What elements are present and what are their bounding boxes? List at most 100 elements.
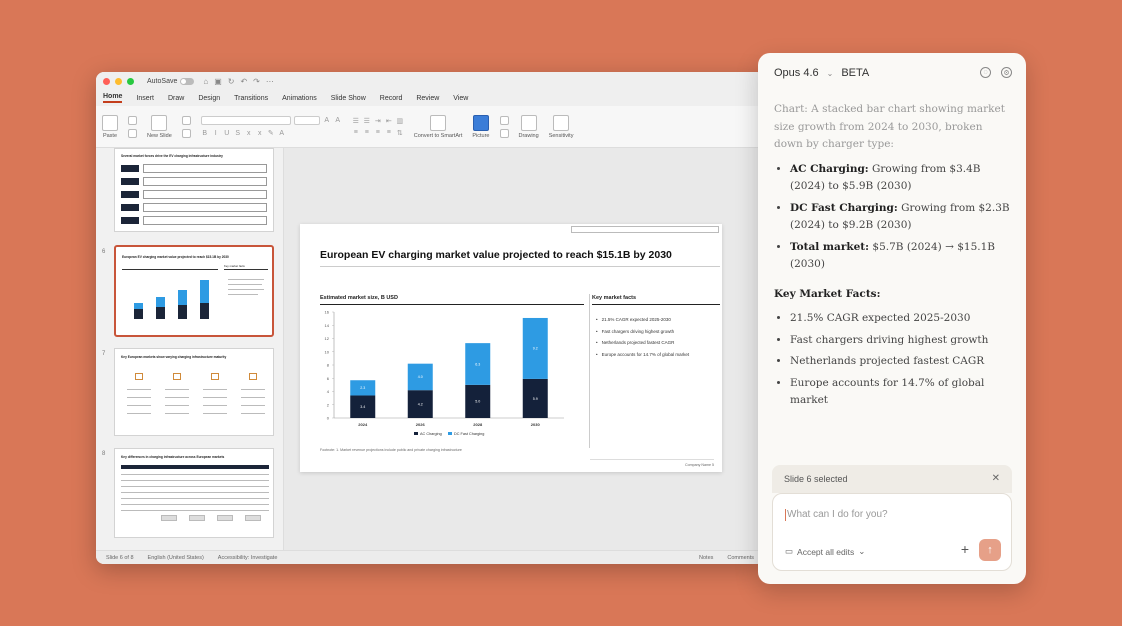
comments-button[interactable]: Comments bbox=[727, 555, 754, 561]
undo-icon[interactable]: ↶ bbox=[240, 77, 247, 86]
tab-draw[interactable]: Draw bbox=[168, 95, 184, 102]
cut-icon[interactable] bbox=[128, 115, 137, 125]
picture-label: Picture bbox=[472, 132, 490, 139]
minimize-window-button[interactable] bbox=[115, 77, 122, 85]
picture-button[interactable]: Picture bbox=[472, 114, 490, 139]
save-icon[interactable]: ▣ bbox=[214, 77, 222, 86]
numbering-icon[interactable]: ☰ bbox=[363, 117, 371, 125]
model-selector[interactable]: Opus 4.6 ⌄ BETA bbox=[774, 67, 869, 79]
tab-animations[interactable]: Animations bbox=[282, 95, 317, 102]
facts-title[interactable]: Key market facts bbox=[592, 295, 636, 301]
ribbon: Paste New Slide A A B I U S x x ✎ A ☰ ☰ … bbox=[96, 106, 764, 148]
tab-view[interactable]: View bbox=[453, 95, 468, 102]
thumb7-line bbox=[127, 389, 151, 390]
chart-subtitle[interactable]: Estimated market size, B USD bbox=[320, 295, 398, 301]
notes-button[interactable]: Notes bbox=[699, 555, 713, 561]
stacked-bar-chart[interactable]: 0 2 4 6 8 10 12 14 16 3.4 2.3 2024 4.2 4.0 2026 5.0 6.3 2… bbox=[314, 306, 584, 446]
shapes-icon[interactable] bbox=[499, 115, 509, 125]
slide-thumbnail-7[interactable]: Key European markets show varying chargi… bbox=[114, 348, 274, 436]
sensitivity-button[interactable]: Sensitivity bbox=[548, 114, 574, 139]
thumb5-row bbox=[143, 216, 267, 225]
font-family-select[interactable] bbox=[200, 116, 291, 125]
thumb6-facts-title: Key market facts bbox=[224, 264, 245, 268]
bullets-icon[interactable]: ☰ bbox=[352, 117, 360, 125]
font-color-icon[interactable]: A bbox=[278, 130, 286, 137]
prompt-placeholder: What can I do for you? bbox=[787, 509, 888, 520]
arrange-icon[interactable] bbox=[499, 128, 509, 138]
italic-icon[interactable]: I bbox=[212, 130, 220, 137]
drawing-button[interactable]: Drawing bbox=[518, 114, 539, 139]
y-tick-label: 0 bbox=[327, 416, 330, 421]
close-icon[interactable]: ✕ bbox=[992, 473, 1000, 484]
chat-history-icon[interactable]: ◌ bbox=[980, 67, 991, 78]
home-icon[interactable]: ⌂ bbox=[203, 77, 208, 86]
maximize-window-button[interactable] bbox=[127, 77, 134, 85]
current-slide[interactable]: European EV charging market value projec… bbox=[300, 224, 722, 472]
slide-footer[interactable]: Company Name 5 bbox=[685, 463, 714, 467]
bar-data-label: 3.4 bbox=[360, 405, 365, 409]
tab-slide-show[interactable]: Slide Show bbox=[331, 95, 366, 102]
thumb5-row bbox=[143, 177, 267, 186]
thumb7-line bbox=[241, 405, 265, 406]
align-left-icon[interactable]: ≡ bbox=[352, 129, 360, 136]
tab-home[interactable]: Home bbox=[103, 93, 123, 103]
columns-icon[interactable]: ▥ bbox=[396, 117, 404, 125]
font-size-select[interactable] bbox=[293, 116, 320, 125]
copy-icon[interactable] bbox=[128, 128, 137, 138]
superscript-icon[interactable]: x bbox=[245, 130, 253, 137]
drawing-label: Drawing bbox=[518, 132, 539, 139]
bold-icon[interactable]: B bbox=[201, 130, 209, 137]
highlight-icon[interactable]: ✎ bbox=[267, 129, 275, 137]
accessibility-status[interactable]: Accessibility: Investigate bbox=[218, 555, 278, 561]
redo-icon[interactable]: ↷ bbox=[253, 77, 260, 86]
thumb6-bar bbox=[178, 290, 187, 305]
justify-icon[interactable]: ≡ bbox=[385, 129, 393, 136]
slide-canvas[interactable]: European EV charging market value projec… bbox=[284, 148, 764, 550]
slide-thumbnail-6[interactable]: European EV charging market value projec… bbox=[114, 245, 274, 337]
more-icon[interactable]: ⋯ bbox=[266, 77, 274, 86]
assistant-message: Chart: A stacked bar chart showing marke… bbox=[774, 101, 1010, 414]
slide-thumbnail-8[interactable]: Key differences in charging infrastructu… bbox=[114, 448, 274, 538]
shrink-font-icon[interactable]: A bbox=[334, 117, 342, 124]
tab-transitions[interactable]: Transitions bbox=[234, 95, 268, 102]
add-attachment-button[interactable]: + bbox=[961, 542, 969, 556]
align-right-icon[interactable]: ≡ bbox=[374, 129, 382, 136]
slide-thumbnail-pane[interactable]: Several market forces drive the EV charg… bbox=[96, 148, 284, 550]
send-button[interactable]: ↑ bbox=[979, 539, 1001, 561]
convert-smartart-button[interactable]: Convert to SmartArt bbox=[414, 114, 462, 139]
history-icon[interactable]: ↻ bbox=[228, 77, 235, 86]
indent-icon[interactable]: ⇥ bbox=[374, 117, 382, 125]
prompt-input[interactable]: What can I do for you? ▭ Accept all edit… bbox=[772, 493, 1012, 571]
slide-thumbnail-5[interactable]: Several market forces drive the EV charg… bbox=[114, 148, 274, 232]
tab-insert[interactable]: Insert bbox=[136, 95, 154, 102]
slide-footnote[interactable]: Footnote: 1. Market revenue projections … bbox=[320, 448, 462, 452]
subscript-icon[interactable]: x bbox=[256, 130, 264, 137]
align-center-icon[interactable]: ≡ bbox=[363, 129, 371, 136]
arrow-up-icon: ↑ bbox=[987, 544, 993, 556]
tab-review[interactable]: Review bbox=[416, 95, 439, 102]
new-slide-button[interactable]: New Slide bbox=[147, 114, 172, 139]
text-direction-icon[interactable]: ⇅ bbox=[396, 129, 404, 137]
autosave-toggle[interactable] bbox=[180, 77, 195, 85]
paste-button[interactable]: Paste bbox=[102, 114, 118, 139]
autosave-control[interactable]: AutoSave bbox=[147, 77, 195, 85]
underline-icon[interactable]: U bbox=[223, 130, 231, 137]
facts-list[interactable]: 21.5% CAGR expected 2025-2030 Fast charg… bbox=[596, 317, 690, 363]
thumb8-cell bbox=[189, 515, 205, 521]
tab-record[interactable]: Record bbox=[380, 95, 403, 102]
accept-edits-button[interactable]: ▭ Accept all edits ⌄ bbox=[785, 546, 865, 557]
thumb7-line bbox=[165, 405, 189, 406]
grow-font-icon[interactable]: A bbox=[323, 117, 331, 124]
reset-icon[interactable] bbox=[181, 128, 191, 138]
strikethrough-icon[interactable]: S bbox=[234, 130, 242, 137]
slide-title[interactable]: European EV charging market value projec… bbox=[320, 249, 672, 261]
layout-icon[interactable] bbox=[181, 115, 191, 125]
sensitivity-label: Sensitivity bbox=[548, 132, 574, 139]
thumb7-line bbox=[241, 389, 265, 390]
tab-design[interactable]: Design bbox=[198, 95, 220, 102]
close-window-button[interactable] bbox=[103, 77, 110, 85]
language-status[interactable]: English (United States) bbox=[148, 555, 204, 561]
outdent-icon[interactable]: ⇤ bbox=[385, 117, 393, 125]
settings-gear-icon[interactable]: ⚙ bbox=[1001, 67, 1012, 78]
chart-description-text: A stacked bar chart showing market size … bbox=[774, 103, 1005, 150]
